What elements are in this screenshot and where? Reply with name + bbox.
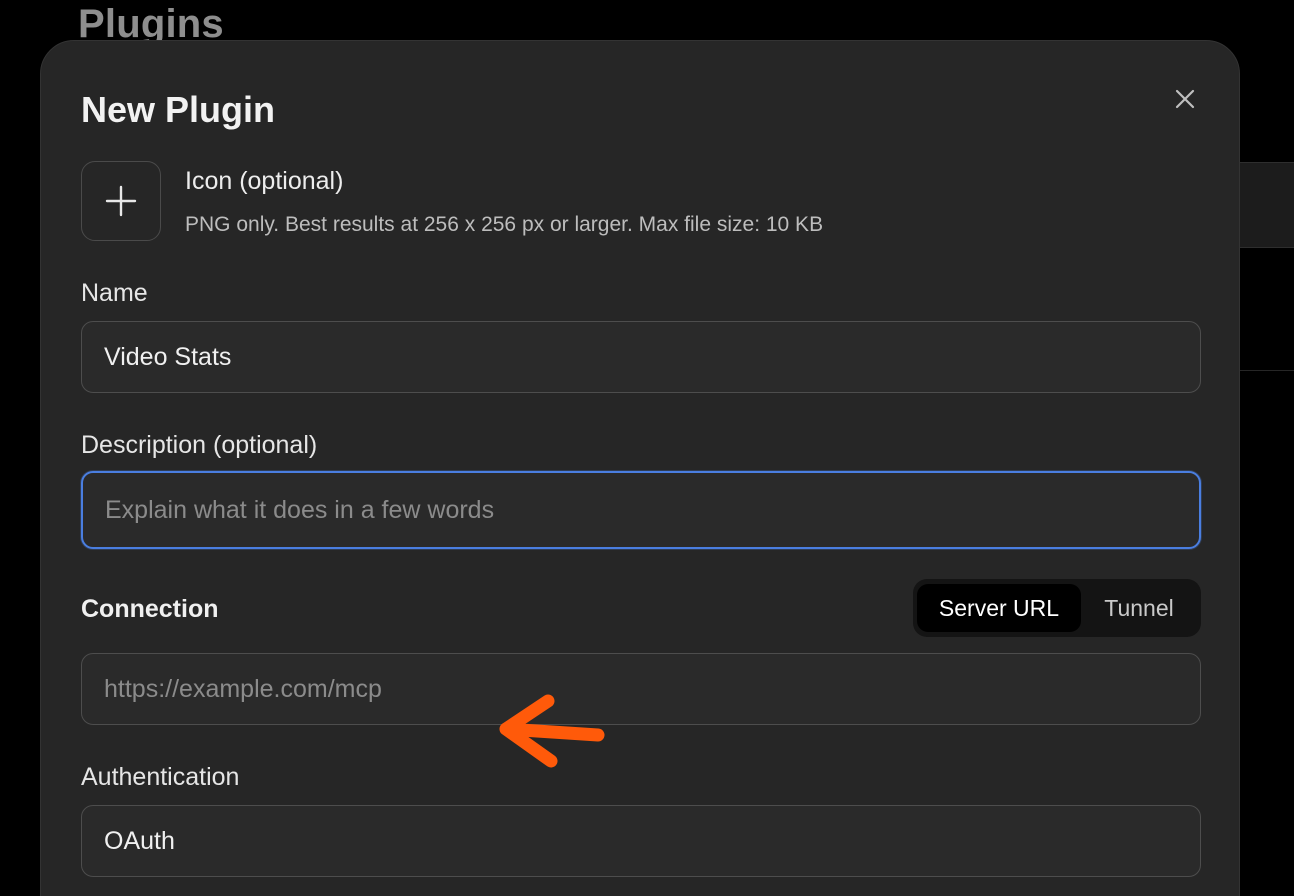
description-label: Description (optional) — [81, 431, 318, 459]
plus-icon — [105, 185, 137, 217]
arrow-left-icon — [499, 694, 605, 768]
authentication-label: Authentication — [81, 763, 240, 791]
icon-upload-button[interactable] — [81, 161, 161, 241]
connection-label: Connection — [81, 595, 219, 623]
tab-server-url[interactable]: Server URL — [917, 584, 1081, 632]
tab-tunnel[interactable]: Tunnel — [1081, 584, 1197, 632]
icon-upload-help: PNG only. Best results at 256 x 256 px o… — [185, 213, 824, 236]
icon-upload-title: Icon (optional) — [185, 167, 344, 195]
connection-type-toggle: Server URL Tunnel — [913, 579, 1201, 637]
new-plugin-dialog: New Plugin Icon (optional) PNG only. Bes… — [40, 40, 1240, 896]
close-icon — [1175, 89, 1195, 109]
description-input[interactable]: Explain what it does in a few words — [81, 471, 1201, 549]
name-input[interactable]: Video Stats — [81, 321, 1201, 393]
dialog-title: New Plugin — [81, 89, 276, 130]
close-button[interactable] — [1169, 83, 1201, 115]
authentication-select[interactable]: OAuth — [81, 805, 1201, 877]
screen: Plugins New Plugin Icon (optional) PNG o… — [0, 0, 1294, 896]
name-label: Name — [81, 279, 148, 307]
